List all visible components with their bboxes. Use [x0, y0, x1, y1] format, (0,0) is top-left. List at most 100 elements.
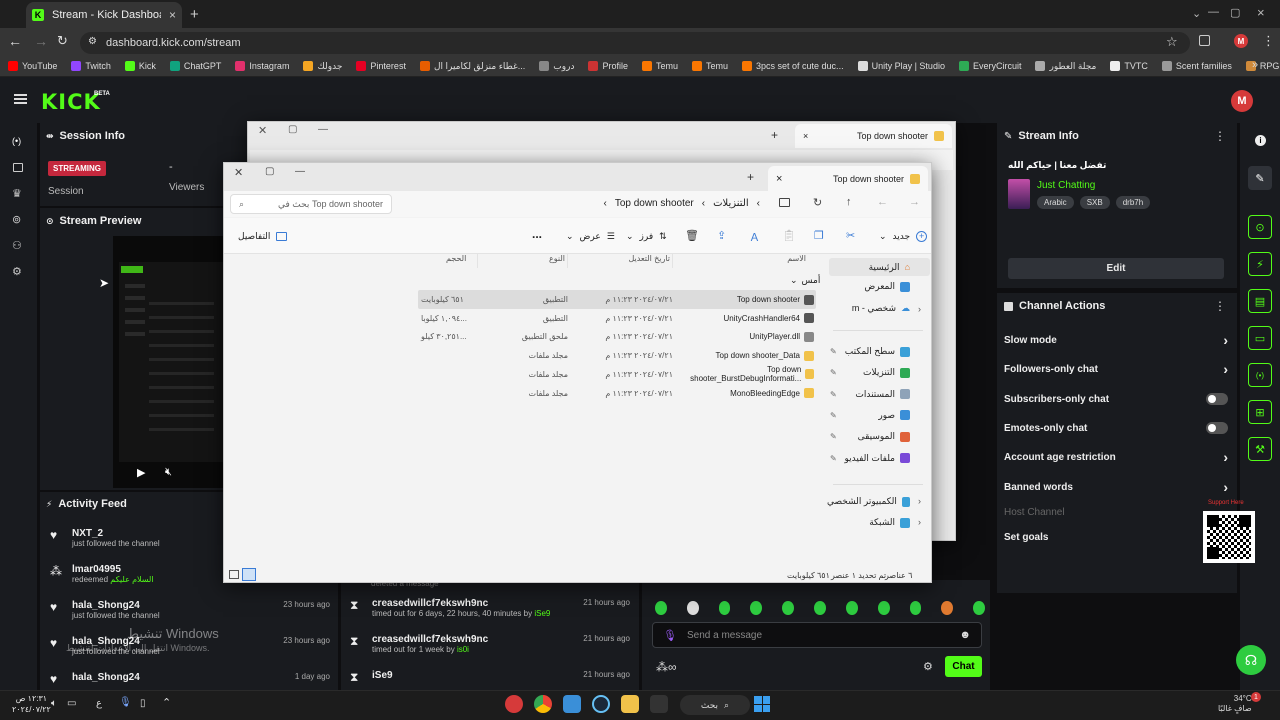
- mute-icon[interactable]: 🔇︎: [165, 466, 172, 479]
- rail-bolt-icon[interactable]: ⚡︎: [1248, 252, 1272, 276]
- this-pc-expand-icon[interactable]: ›: [918, 496, 921, 506]
- chat-send-button[interactable]: Chat: [945, 656, 982, 677]
- browser-menu-icon[interactable]: ⋮: [1262, 33, 1275, 49]
- up-arrow-icon[interactable]: ↑: [846, 196, 852, 208]
- rail-notes-icon[interactable]: ▤: [1248, 289, 1272, 313]
- taskbar-clock[interactable]: ١٢:٣١ ص ٢٠٢٤/٠٧/٢٢: [12, 693, 51, 715]
- extensions-icon[interactable]: [1199, 35, 1210, 46]
- delete-icon[interactable]: 🗑︎: [685, 229, 699, 242]
- bookmark-item[interactable]: YouTube: [8, 61, 57, 71]
- bookmark-item[interactable]: جدولك: [303, 61, 342, 72]
- bookmark-item[interactable]: Temu: [692, 61, 728, 71]
- explorer-back-icon[interactable]: →: [909, 196, 920, 208]
- volume-icon[interactable]: 🔈︎: [51, 698, 57, 709]
- moderation-icon[interactable]: ⊚: [12, 213, 21, 226]
- tiles-view-toggle[interactable]: [242, 568, 256, 581]
- weather-widget[interactable]: 34°C صافٍ غالبًا: [1218, 694, 1252, 714]
- bookmark-item[interactable]: Instagram: [235, 61, 289, 71]
- category-name[interactable]: Just Chatting: [1037, 180, 1095, 191]
- bookmark-item[interactable]: Scent families: [1161, 61, 1232, 71]
- nav-quick-item[interactable]: صور: [829, 410, 910, 421]
- display-icon[interactable]: ▭: [67, 698, 76, 709]
- group-header-yesterday[interactable]: ⌄ أمس: [790, 275, 820, 286]
- mic-icon[interactable]: 🎙︎: [663, 629, 677, 642]
- emote-icon[interactable]: [845, 601, 858, 615]
- maximize-button[interactable]: ▢: [1230, 6, 1240, 19]
- channel-action-row[interactable]: Set goals: [1004, 527, 1228, 547]
- stream-tag[interactable]: drb7h: [1115, 196, 1151, 209]
- bookmark-item[interactable]: Profile: [588, 61, 628, 71]
- pin-icon[interactable]: ✎: [830, 347, 837, 356]
- info-icon[interactable]: i: [1255, 135, 1266, 146]
- close-tab-icon[interactable]: ×: [169, 8, 176, 22]
- close-tab-icon[interactable]: ×: [803, 131, 808, 141]
- battery-tray-icon[interactable]: ▯: [140, 698, 146, 709]
- emote-icon[interactable]: [718, 601, 731, 615]
- file-row[interactable]: ٦٥١ كيلوبايت التطبيق ٢٠٢٤/٠٧/٢١ ١١:٢٣ م Top…: [418, 290, 816, 309]
- emote-icon[interactable]: [814, 601, 826, 615]
- language-indicator[interactable]: ع: [96, 698, 102, 709]
- emote-icon[interactable]: [750, 601, 763, 615]
- rail-mod-icon[interactable]: ⊙: [1248, 215, 1272, 239]
- explorer-search-box[interactable]: ⌕ بحث في Top down shooter: [230, 194, 392, 214]
- app-explorer-icon[interactable]: [621, 695, 639, 713]
- pin-icon[interactable]: ✎: [830, 454, 837, 463]
- details-pane-button[interactable]: التفاصيل: [238, 231, 288, 242]
- moderator-name[interactable]: iSe9: [534, 609, 550, 618]
- stream-icon[interactable]: (•): [12, 136, 21, 146]
- copy-icon[interactable]: ❐: [814, 229, 824, 242]
- bookmark-item[interactable]: Temu: [641, 61, 678, 71]
- stream-preview-video[interactable]: ▶ 🔇︎: [113, 236, 223, 488]
- nav-quick-item[interactable]: المستندات: [829, 389, 910, 400]
- dashboard-icon[interactable]: [13, 163, 23, 172]
- bookmark-item[interactable]: دروب: [539, 61, 574, 72]
- explorer-back-tab[interactable]: × Top down shooter: [795, 124, 952, 148]
- file-row[interactable]: مجلد ملفات ٢٠٢٤/٠٧/٢١ ١١:٢٣ م MonoBleeding…: [418, 384, 816, 403]
- col-name[interactable]: الاسم: [673, 254, 816, 268]
- edit-stream-info-button[interactable]: Edit: [1008, 258, 1224, 279]
- mod-feed-username[interactable]: iSe9: [372, 670, 575, 681]
- minimize-button[interactable]: —: [1208, 6, 1219, 18]
- nav-quick-item[interactable]: التنزيلات: [829, 367, 910, 378]
- details-view-toggle[interactable]: [229, 570, 239, 579]
- file-row[interactable]: مجلد ملفات ٢٠٢٤/٠٧/٢١ ١١:٢٣ م Top down sho…: [418, 346, 816, 365]
- rail-edit-icon[interactable]: ✎: [1248, 166, 1272, 190]
- col-date[interactable]: تاريخ التعديل: [568, 254, 673, 268]
- see-more-button[interactable]: ...: [532, 227, 542, 241]
- nav-quick-item[interactable]: ملفات الفيديو: [829, 453, 910, 464]
- site-info-icon[interactable]: ⚙: [88, 36, 97, 47]
- activity-username[interactable]: hala_Shong24: [72, 600, 275, 611]
- community-icon[interactable]: ⚇: [12, 239, 22, 252]
- cut-icon[interactable]: ✂: [846, 229, 855, 242]
- rename-icon[interactable]: Ａ: [749, 229, 760, 245]
- new-tab-button[interactable]: +: [190, 6, 199, 23]
- settings-icon[interactable]: ⚙: [12, 265, 22, 278]
- explorer-back-minimize[interactable]: —: [318, 124, 328, 135]
- bookmark-star-icon[interactable]: ☆: [1166, 34, 1178, 50]
- app-terminal-icon[interactable]: [650, 695, 668, 713]
- reload-button[interactable]: ↻: [57, 33, 68, 49]
- activity-username[interactable]: hala_Shong24: [72, 672, 287, 683]
- bookmark-item[interactable]: Unity Play | Studio: [857, 61, 945, 71]
- forward-button[interactable]: →: [34, 33, 48, 49]
- support-qr-code[interactable]: [1203, 511, 1255, 563]
- rail-window-icon[interactable]: ⊞: [1248, 400, 1272, 424]
- breadcrumb-downloads[interactable]: التنزيلات: [713, 198, 749, 209]
- explorer-back-maximize[interactable]: ▢: [288, 124, 297, 135]
- back-button[interactable]: ←: [8, 33, 22, 49]
- toggle-switch[interactable]: [1206, 393, 1228, 405]
- explorer-maximize-button[interactable]: ▢: [265, 166, 274, 177]
- mod-feed-username[interactable]: creasedwillcf7ekswh9nc: [372, 598, 575, 609]
- nav-this-pc[interactable]: هذا الكمبيوتر الشخصي: [827, 496, 910, 507]
- mic-tray-icon[interactable]: 🎙︎: [119, 697, 132, 708]
- bookmark-item[interactable]: Twitch: [71, 61, 111, 71]
- emote-icon[interactable]: [782, 601, 795, 615]
- view-button[interactable]: ⌄ عرض ☰: [566, 231, 615, 242]
- nav-gallery[interactable]: المعرض: [829, 281, 910, 292]
- notification-badge[interactable]: 1: [1251, 692, 1261, 702]
- rail-chat-icon[interactable]: ▭: [1248, 326, 1272, 350]
- emote-icon[interactable]: [941, 601, 954, 615]
- onedrive-expand-icon[interactable]: ›: [918, 304, 921, 314]
- nav-quick-item[interactable]: سطح المكتب: [829, 346, 910, 357]
- app-chrome-icon[interactable]: [534, 695, 552, 713]
